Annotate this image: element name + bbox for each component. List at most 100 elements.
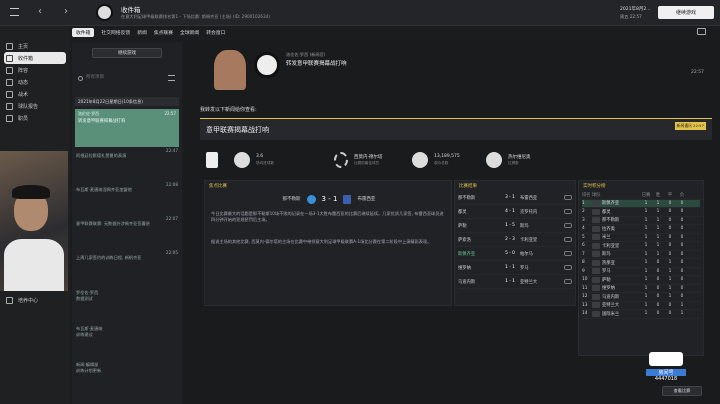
squad-icon [6, 66, 13, 74]
list-item[interactable]: 22:08 布瓦斯·麦唐纳涅佩齐亚加盟他 [76, 182, 178, 193]
result-row[interactable]: 乌迪内斯 1 - 1 亚特兰大 [458, 275, 572, 289]
message-time: 22:57 [691, 70, 704, 75]
table-cell-p: 1 [644, 251, 648, 257]
sidebar-item-team-report[interactable]: 球队报告 [0, 100, 70, 112]
sidebar-item-dynamics[interactable]: 动态 [0, 76, 70, 88]
filter-input[interactable] [86, 73, 161, 82]
list-item[interactable]: 罗伦佐·罗西 数据测试 [76, 290, 178, 302]
table-cell-p: 1 [644, 226, 648, 232]
result-away: 斯玛 [520, 223, 529, 229]
match-report-icon[interactable] [564, 265, 572, 270]
focus-title: 焦点比赛 [209, 184, 227, 189]
tactics-icon [6, 90, 13, 98]
table-cell-pos: 3 [582, 217, 585, 223]
result-score: 1 - 5 [505, 223, 515, 228]
table-cell-p: 1 [644, 294, 648, 300]
stadium-icon [412, 152, 428, 168]
list-item-selected[interactable]: 洛伦佐·罗西 22:57 转发意甲联赛揭幕战打响 [75, 109, 179, 147]
match-report-icon[interactable] [564, 237, 572, 242]
sidebar-item-inbox[interactable]: 收件箱 [4, 52, 66, 64]
tab-inbox[interactable]: 收件箱 [72, 28, 95, 37]
table-row[interactable]: 13 亚特兰大 1 0 0 1 [582, 302, 700, 310]
result-row[interactable]: 那不勒斯 3 - 1 布雷西亚 [458, 191, 572, 205]
list-item[interactable]: 22:05 上周几家签约的训练日程, 新帆齐亚 [76, 250, 178, 261]
sidebar-item-tactics[interactable]: 战术 [0, 88, 70, 100]
list-item[interactable]: 22:07 意甲联赛联赛: 无数据外涉佩齐亚签署进 [76, 216, 178, 227]
sidebar-item-home[interactable]: 主页 [0, 40, 70, 52]
match-report-icon[interactable] [564, 251, 572, 256]
table-cell-d: 0 [668, 243, 672, 249]
table-cell-team: 拉齐奥 [602, 226, 615, 232]
table-row[interactable]: 6 卡利亚里 1 1 0 0 [582, 242, 700, 251]
table-row[interactable]: 14 国际米兰 1 0 0 1 [582, 310, 700, 319]
result-score: 5 - 0 [505, 251, 515, 256]
tab-bar: 收件箱 社交网络反馈 新闻 焦点联赛 全球新闻 转会窗口 [72, 27, 712, 38]
table-cell-pos: 13 [582, 302, 588, 308]
tab-global-news[interactable]: 全球新闻 [180, 29, 199, 36]
forward-icon[interactable]: › [64, 6, 68, 17]
result-home: 乌迪内斯 [458, 279, 476, 285]
focus-body-1: 今日比赛最大的话题是那不勒斯10场不败的记录在一场3-1大胜布雷西亚的比赛后继续… [211, 211, 444, 222]
table-cell-team: 国际米兰 [602, 311, 620, 317]
table-header: 排名 球队 已赛胜平负 [579, 191, 703, 200]
dynamics-icon [6, 78, 13, 86]
result-home: 维罗纳 [458, 265, 471, 271]
table-row[interactable]: 9 罗马 1 0 1 0 [582, 268, 700, 276]
table-row[interactable]: 2 都灵 1 1 0 0 [582, 208, 700, 217]
table-cell-p: 1 [644, 260, 648, 266]
tab-transfer-window[interactable]: 转会窗口 [206, 29, 225, 36]
table-cell-d: 1 [668, 277, 672, 283]
list-item[interactable]: 22:47 阿根廷拉默德礼赞夏的表演 [76, 148, 178, 159]
sidebar-item-development[interactable]: 培养中心 [0, 294, 70, 306]
club-logo-icon[interactable] [96, 4, 113, 21]
group-header[interactable]: 2021年8月22日星期日(10条信息) [75, 97, 179, 106]
list-item[interactable]: 布瓦斯·麦唐纳 训练建议 [76, 326, 178, 338]
match-report-icon[interactable] [564, 279, 572, 284]
table-cell-l: 0 [680, 294, 684, 300]
match-report-icon[interactable] [564, 195, 572, 200]
table-row[interactable]: 8 热那亚 1 0 1 0 [582, 259, 700, 268]
table-row[interactable]: 4 拉齐奥 1 1 0 0 [582, 225, 700, 234]
table-row[interactable]: 12 乌迪内斯 1 0 1 0 [582, 293, 700, 302]
message-intro: 我转发以下新闻给你查看: [200, 107, 257, 113]
table-cell-pos: 4 [582, 226, 585, 232]
continue-button[interactable]: 继续游戏 [658, 6, 714, 19]
table-row[interactable]: 5 米兰 1 1 0 0 [582, 234, 700, 242]
result-away: 卡利亚里 [520, 237, 538, 243]
table-cell-w: 1 [656, 251, 660, 257]
match-report-icon[interactable] [564, 223, 572, 228]
tab-news[interactable]: 新闻 [137, 29, 147, 36]
table-cell-l: 0 [680, 209, 684, 215]
table-row[interactable]: 3 那不勒斯 1 1 0 0 [582, 217, 700, 225]
match-report-icon[interactable] [564, 209, 572, 214]
table-cell-d: 1 [668, 294, 672, 300]
table-row[interactable]: 11 维罗纳 1 0 1 0 [582, 285, 700, 293]
result-row[interactable]: 萨索洛 2 - 3 卡利亚里 [458, 233, 572, 247]
result-row[interactable]: 维罗纳 1 - 1 罗马 [458, 261, 572, 275]
headline: 意甲联赛揭幕战打响 [206, 126, 269, 134]
filter-menu-icon[interactable] [168, 75, 175, 81]
sidebar: 主页 收件箱 阵容 动态 战术 球队报告 职员 培养中心 [0, 26, 70, 404]
table-row[interactable]: 10 萨勒 1 0 1 0 [582, 276, 700, 285]
table-cell-pos: 5 [582, 234, 585, 240]
table-cell-pos: 7 [582, 251, 585, 257]
menu-icon[interactable] [10, 8, 19, 16]
results-panel: 比赛结果 那不勒斯 3 - 1 布雷西亚 都灵 4 - 1 克罗托内 萨勒 1 - 5 斯玛 萨索… [454, 180, 576, 306]
table-cell-w: 0 [656, 285, 660, 291]
table-row[interactable]: 7 斯玛 1 1 0 0 [582, 251, 700, 259]
sidebar-item-squad[interactable]: 阵容 [0, 64, 70, 76]
result-row[interactable]: 都灵 4 - 1 克罗托内 [458, 205, 572, 219]
table-row[interactable]: 1 斯佩齐亚 1 1 0 0 [582, 199, 700, 208]
result-score: 1 - 1 [505, 265, 515, 270]
list-item[interactable]: 新闻·编辑部 训练计划更新 [76, 362, 178, 374]
tab-focus-league[interactable]: 焦点联赛 [154, 29, 173, 36]
inbox-continue-button[interactable]: 继续游戏 [92, 48, 162, 58]
back-icon[interactable]: ‹ [38, 6, 42, 17]
focus-score-row[interactable]: 那不勒斯 3 - 1 布雷西亚 [205, 191, 453, 207]
result-row[interactable]: 斯佩齐亚 5 - 0 帕尔马 [458, 247, 572, 261]
tab-social[interactable]: 社交网络反馈 [101, 29, 130, 36]
sidebar-item-staff[interactable]: 职员 [0, 112, 70, 124]
result-row[interactable]: 萨勒 1 - 5 斯玛 [458, 219, 572, 233]
staff-icon [6, 114, 13, 122]
settings-icon[interactable] [697, 28, 706, 35]
